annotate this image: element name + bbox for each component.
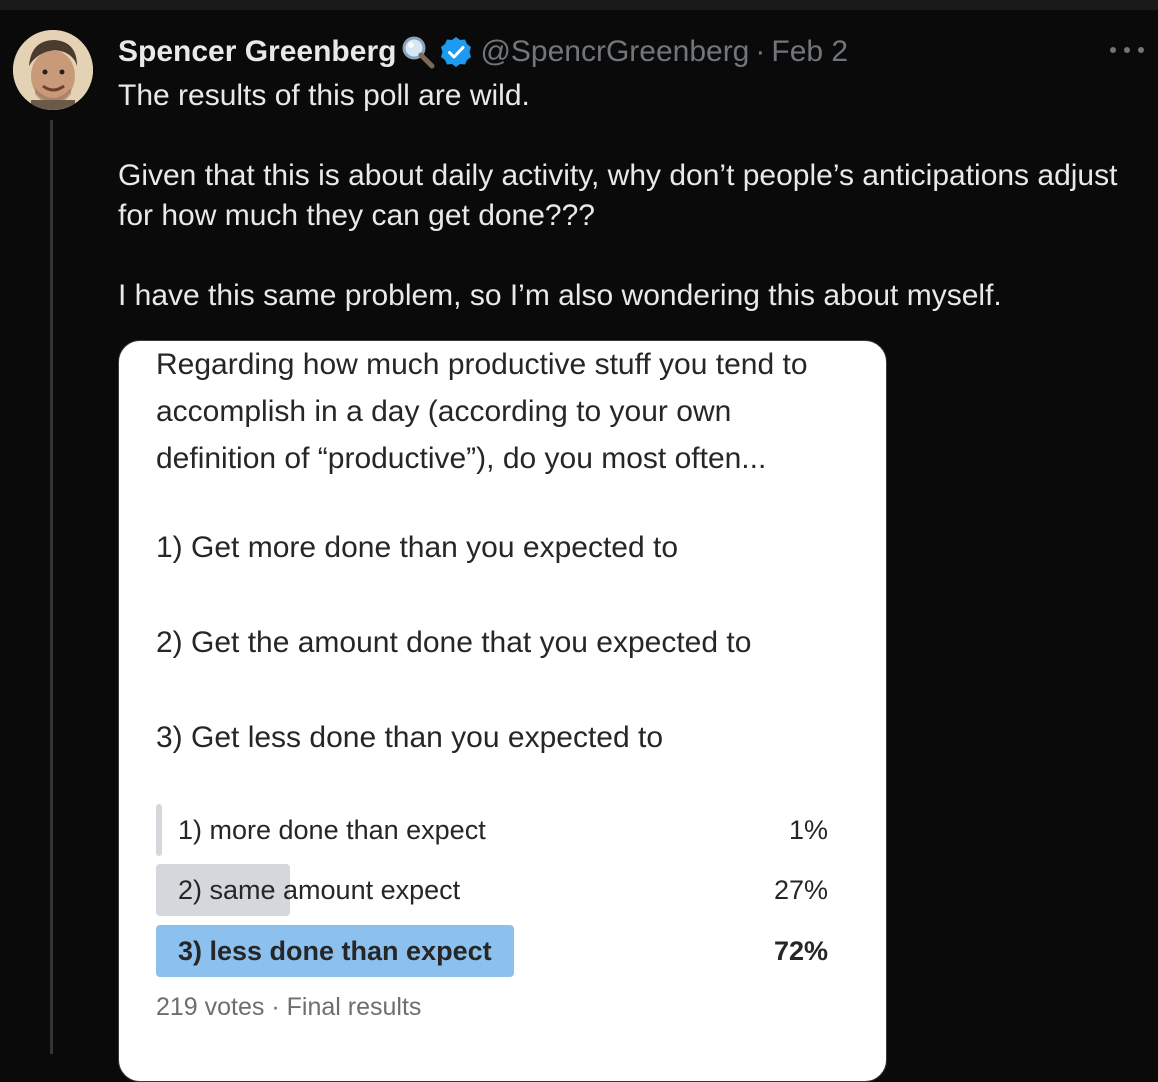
tweet-paragraph: The results of this poll are wild.	[118, 79, 530, 112]
header-separator: ·	[755, 35, 766, 68]
poll-result-bar	[156, 804, 162, 856]
tweet-paragraph: I have this same problem, so I’m also wo…	[118, 279, 1002, 312]
poll-result-row: 3) less done than expect 72%	[156, 925, 828, 977]
user-handle[interactable]: @SpencrGreenberg	[480, 35, 749, 69]
poll-result-label: 2) same amount expect	[178, 875, 461, 905]
poll-question: Regarding how much productive stuff you …	[156, 348, 808, 475]
poll-result-row: 1) more done than expect 1%	[156, 804, 828, 856]
display-name[interactable]: Spencer Greenberg	[118, 35, 396, 69]
poll-result-percent: 27%	[773, 875, 828, 905]
poll-option-2: 2) Get the amount done that you expected…	[156, 626, 752, 659]
thread-line	[50, 120, 53, 1054]
poll-option-3: 3) Get less done than you expected to	[156, 721, 663, 754]
verified-badge-icon[interactable]	[440, 36, 472, 68]
poll-option-1: 1) Get more done than you expected to	[156, 531, 678, 564]
magnifying-glass-icon	[400, 34, 436, 70]
poll-result-label: 1) more done than expect	[178, 815, 486, 845]
poll-result-percent: 1%	[788, 815, 828, 845]
more-options-icon[interactable]	[1110, 38, 1144, 62]
poll-result-percent: 72%	[773, 936, 828, 966]
tweet-text: The results of this poll are wild. Given…	[118, 76, 1138, 316]
avatar[interactable]	[13, 30, 93, 110]
poll-screenshot-image[interactable]: Regarding how much productive stuff you …	[118, 340, 887, 1082]
tweet-date[interactable]: Feb 2	[771, 35, 848, 69]
tweet-header: Spencer Greenberg @SpencrGreenberg · Feb…	[118, 30, 848, 74]
tweet-paragraph: Given that this is about daily activity,…	[118, 159, 1118, 232]
poll-result-row: 2) same amount expect 27%	[156, 864, 828, 916]
poll-footer: 219 votes · Final results	[156, 993, 422, 1021]
poll-result-label: 3) less done than expect	[178, 936, 492, 966]
top-strip	[0, 0, 1158, 10]
